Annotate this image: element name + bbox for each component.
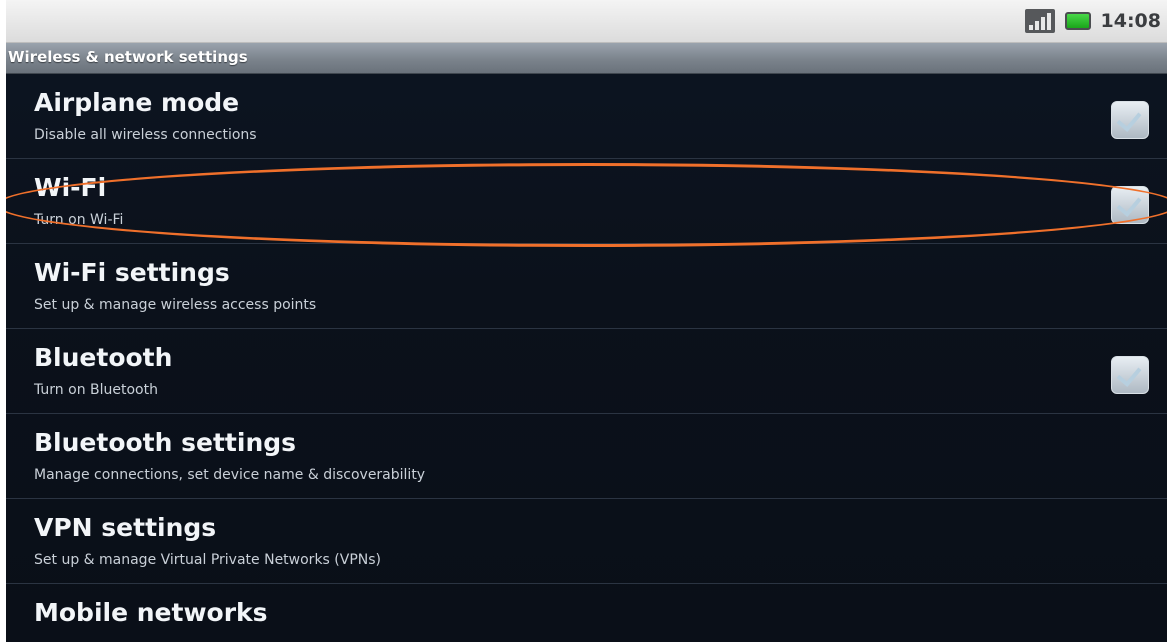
setting-wifi[interactable]: Wi-Fi Turn on Wi-Fi	[6, 159, 1167, 244]
settings-list: Airplane mode Disable all wireless conne…	[6, 74, 1167, 642]
setting-subtitle: Turn on Wi-Fi	[34, 212, 124, 228]
setting-subtitle: Set up & manage wireless access points	[34, 297, 317, 313]
device-screen: 14:08 Wireless & network settings Airpla…	[6, 0, 1167, 642]
setting-bluetooth-settings[interactable]: Bluetooth settings Manage connections, s…	[6, 414, 1167, 499]
setting-title: Mobile networks	[34, 598, 268, 627]
setting-subtitle: Set up & manage Virtual Private Networks…	[34, 552, 381, 568]
setting-wifi-settings[interactable]: Wi-Fi settings Set up & manage wireless …	[6, 244, 1167, 329]
setting-title: VPN settings	[34, 513, 217, 542]
setting-subtitle: Turn on Bluetooth	[34, 382, 158, 398]
setting-mobile-networks[interactable]: Mobile networks	[6, 584, 1167, 642]
title-bar: Wireless & network settings	[6, 43, 1167, 74]
setting-title: Bluetooth settings	[34, 428, 297, 457]
setting-title: Wi-Fi	[34, 173, 107, 202]
setting-title: Wi-Fi settings	[34, 258, 230, 287]
battery-icon	[1064, 12, 1091, 30]
setting-bluetooth[interactable]: Bluetooth Turn on Bluetooth	[6, 329, 1167, 414]
status-bar: 14:08	[6, 0, 1167, 43]
bluetooth-checkbox[interactable]	[1111, 356, 1149, 394]
setting-title: Airplane mode	[34, 88, 240, 117]
page-title: Wireless & network settings	[8, 48, 248, 66]
setting-airplane-mode[interactable]: Airplane mode Disable all wireless conne…	[6, 74, 1167, 159]
signal-icon	[1024, 9, 1055, 33]
setting-title: Bluetooth	[34, 343, 173, 372]
setting-subtitle: Disable all wireless connections	[34, 127, 257, 143]
setting-vpn-settings[interactable]: VPN settings Set up & manage Virtual Pri…	[6, 499, 1167, 584]
wifi-checkbox[interactable]	[1111, 186, 1149, 224]
airplane-mode-checkbox[interactable]	[1111, 101, 1149, 139]
status-clock: 14:08	[1100, 10, 1161, 32]
status-icons: 14:08	[1024, 9, 1161, 33]
setting-subtitle: Manage connections, set device name & di…	[34, 467, 426, 483]
